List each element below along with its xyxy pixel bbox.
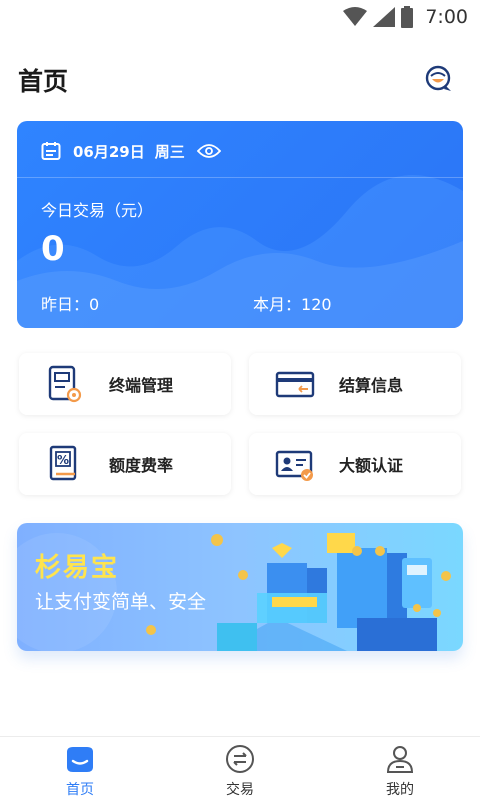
tile-label: 大额认证 <box>339 456 404 475</box>
id-card-check-icon <box>275 450 313 481</box>
status-icons: 7:00 <box>343 6 468 28</box>
card-date-row: 06月29日 周三 <box>41 139 221 163</box>
status-bar: 7:00 <box>0 0 480 36</box>
yesterday-value: 0 <box>89 295 100 314</box>
customer-service-button[interactable] <box>424 64 454 94</box>
yesterday-label: 昨日： <box>41 295 90 314</box>
signal-icon <box>373 7 396 27</box>
today-transaction-label: 今日交易（元） <box>41 201 154 220</box>
tile-label: 额度费率 <box>109 456 174 475</box>
bottom-nav: 首页 交易 我的 <box>0 736 480 800</box>
card-date: 06月29日 <box>73 142 145 161</box>
eye-icon <box>196 144 221 158</box>
month-label: 本月： <box>253 295 302 314</box>
page-title: 首页 <box>18 67 69 96</box>
calendar-icon <box>41 142 61 160</box>
month-value: 120 <box>301 295 332 314</box>
tile-label: 终端管理 <box>109 376 174 395</box>
tile-quota-rate[interactable]: % 额度费率 <box>19 433 231 495</box>
nav-trade[interactable]: 交易 <box>200 743 280 799</box>
battery-icon <box>401 6 414 28</box>
today-transaction-value: 0 <box>41 229 65 269</box>
wifi-icon <box>343 7 368 26</box>
nav-label: 首页 <box>66 782 94 798</box>
tile-large-certification[interactable]: 大额认证 <box>249 433 461 495</box>
svg-text:%: % <box>57 453 69 467</box>
nav-mine[interactable]: 我的 <box>360 743 440 799</box>
home-icon <box>67 747 93 772</box>
percent-doc-icon: % <box>49 445 77 481</box>
toggle-visibility-button[interactable] <box>196 143 221 159</box>
promo-banner[interactable]: 杉易宝 让支付变简单、安全 <box>17 523 463 651</box>
transaction-summary-card[interactable]: 06月29日 周三 今日交易（元） 0 昨日：0 本月：120 <box>17 121 463 328</box>
exchange-icon <box>226 745 254 773</box>
nav-label: 交易 <box>226 782 254 798</box>
status-time: 7:00 <box>425 6 468 28</box>
user-icon <box>386 746 414 773</box>
banner-subtitle: 让支付变简单、安全 <box>35 591 207 613</box>
nav-label: 我的 <box>386 782 414 798</box>
nav-home[interactable]: 首页 <box>40 743 120 799</box>
card-divider <box>17 177 463 178</box>
tile-terminal-management[interactable]: 终端管理 <box>19 353 231 415</box>
terminal-gear-icon <box>48 365 82 403</box>
card-weekday: 周三 <box>154 142 185 161</box>
month-stat: 本月：120 <box>253 291 332 315</box>
header: 首页 <box>0 60 480 100</box>
banner-title: 杉易宝 <box>35 553 120 583</box>
tile-settlement-info[interactable]: 结算信息 <box>249 353 461 415</box>
customer-service-icon <box>425 65 451 91</box>
tile-label: 结算信息 <box>339 376 404 395</box>
yesterday-stat: 昨日：0 <box>41 291 99 315</box>
card-transfer-icon <box>275 371 315 398</box>
